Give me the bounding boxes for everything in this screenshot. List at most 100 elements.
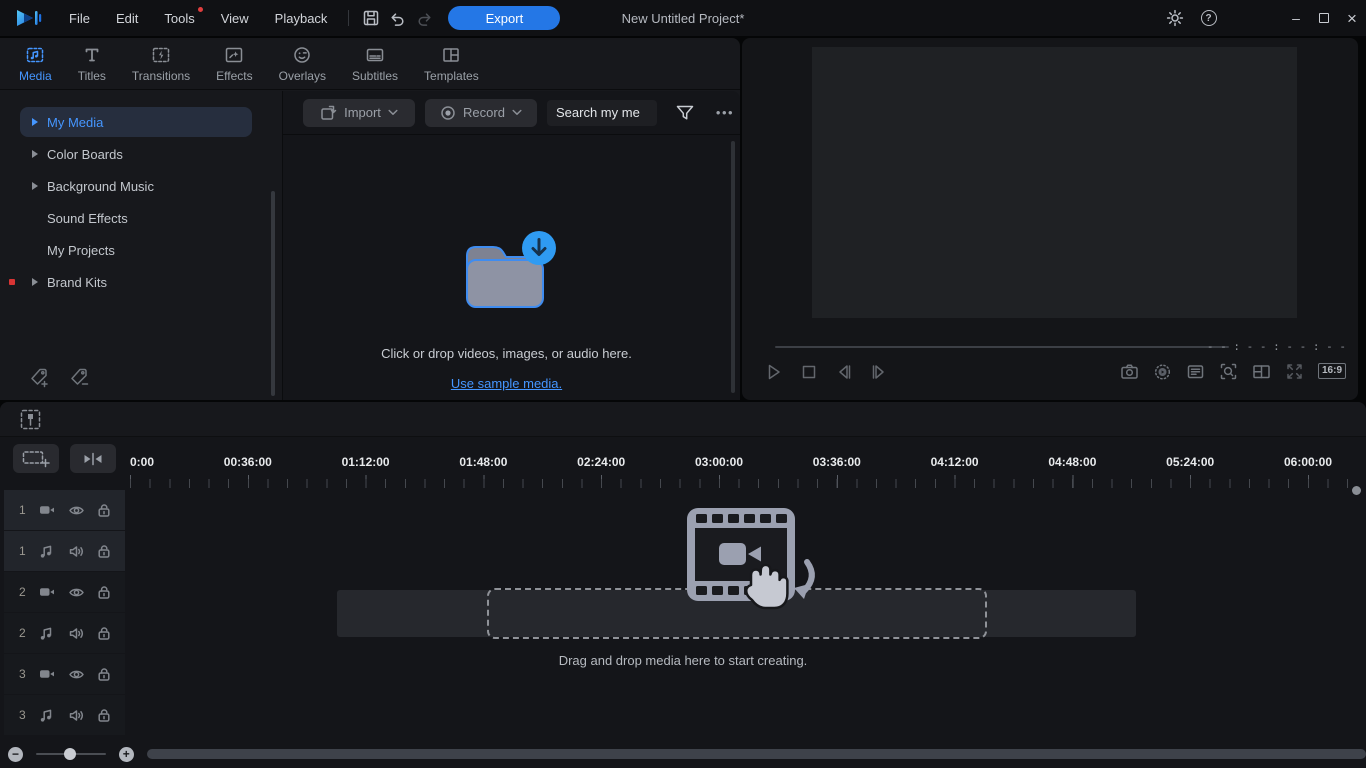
expand-triangle-icon — [32, 278, 38, 286]
snapshot-camera-button[interactable] — [1120, 361, 1140, 381]
expand-triangle-icon — [32, 118, 38, 126]
lock-track-icon[interactable] — [96, 667, 125, 682]
ruler-label: 04:12:00 — [931, 455, 979, 469]
aspect-ratio-badge[interactable]: 16:9 — [1318, 363, 1346, 379]
sidebar-scrollbar[interactable] — [271, 191, 275, 396]
overlays-icon — [292, 45, 312, 65]
app-logo-icon — [16, 8, 42, 28]
settings-gear-button[interactable] — [1161, 5, 1188, 32]
toggle-visibility-icon[interactable] — [68, 503, 97, 518]
lock-track-icon[interactable] — [96, 503, 125, 518]
sidebar-item-brand-kits[interactable]: Brand Kits — [20, 267, 252, 297]
lock-track-icon[interactable] — [96, 626, 125, 641]
sidebar-item-my-media[interactable]: My Media — [20, 107, 252, 137]
split-screen-button[interactable] — [1252, 361, 1272, 381]
preview-seekbar[interactable] — [775, 346, 1229, 348]
redo-button[interactable] — [411, 5, 438, 32]
menu-file[interactable]: File — [56, 0, 103, 36]
menu-file-label: File — [69, 11, 90, 26]
export-button[interactable]: Export — [448, 6, 560, 30]
tab-media[interactable]: Media — [6, 38, 65, 90]
close-button[interactable]: × — [1338, 0, 1366, 36]
timeline-ruler[interactable]: 0:00 00:36:00 01:12:00 01:48:00 02:24:00… — [0, 455, 1366, 489]
toggle-visibility-icon[interactable] — [68, 585, 97, 600]
import-button[interactable]: Import — [303, 99, 415, 127]
menu-playback-label: Playback — [275, 11, 328, 26]
transport-controls — [763, 361, 889, 382]
project-title: New Untitled Project* — [622, 11, 745, 26]
tab-templates[interactable]: Templates — [411, 38, 492, 90]
use-sample-media-link[interactable]: Use sample media. — [451, 376, 562, 391]
mute-track-icon[interactable] — [68, 626, 97, 641]
lock-track-icon[interactable] — [96, 544, 125, 559]
menu-edit[interactable]: Edit — [103, 0, 151, 36]
marker-list-button[interactable] — [1186, 361, 1206, 381]
track-header-audio-3[interactable]: 3 — [4, 695, 125, 735]
sidebar-item-background-music[interactable]: Background Music — [20, 171, 252, 201]
tab-transitions[interactable]: Transitions — [119, 38, 203, 90]
zoom-in-button[interactable]: + — [119, 747, 134, 762]
ruler-label: 00:36:00 — [224, 455, 272, 469]
tab-subtitles[interactable]: Subtitles — [339, 38, 411, 90]
minimize-glyph: – — [1292, 13, 1300, 23]
sidebar-item-label: Sound Effects — [47, 211, 128, 226]
stop-button[interactable] — [798, 361, 819, 382]
adjustment-properties-button[interactable] — [19, 408, 42, 431]
sidebar-item-label: Brand Kits — [47, 275, 107, 290]
filter-button[interactable] — [672, 100, 698, 126]
filter-funnel-icon — [675, 104, 695, 122]
fullscreen-button[interactable] — [1285, 361, 1305, 381]
sidebar-item-color-boards[interactable]: Color Boards — [20, 139, 252, 169]
preview-tools: 16:9 — [1120, 361, 1346, 381]
tab-templates-label: Templates — [424, 69, 479, 83]
ruler-label: 03:36:00 — [813, 455, 861, 469]
undo-button[interactable] — [384, 5, 411, 32]
add-tag-button[interactable] — [26, 364, 52, 390]
track-header-audio-1[interactable]: 1 — [4, 531, 125, 571]
help-button[interactable]: ? — [1195, 5, 1222, 32]
more-options-button[interactable]: ••• — [710, 105, 740, 120]
media-scrollbar[interactable] — [731, 141, 735, 393]
menu-edit-label: Edit — [116, 11, 138, 26]
record-icon — [440, 105, 456, 121]
track-header-audio-2[interactable]: 2 — [4, 613, 125, 653]
mute-track-icon[interactable] — [68, 544, 97, 559]
timeline-zoom-slider[interactable] — [36, 753, 106, 755]
timeline-horizontal-scrollbar[interactable] — [147, 749, 1366, 759]
media-toolbar: Import Record ••• — [283, 91, 740, 135]
asset-tab-bar: Media Titles Transitions Effects Overlay… — [0, 38, 740, 90]
ruler-label: 03:00:00 — [695, 455, 743, 469]
lock-track-icon[interactable] — [96, 708, 125, 723]
toggle-visibility-icon[interactable] — [68, 667, 97, 682]
timeline-vscroll-thumb[interactable] — [1352, 486, 1361, 495]
track-header-video-2[interactable]: 2 — [4, 572, 125, 612]
save-button[interactable] — [357, 5, 384, 32]
menu-view[interactable]: View — [208, 0, 262, 36]
lock-track-icon[interactable] — [96, 585, 125, 600]
play-button[interactable] — [763, 361, 784, 382]
previous-frame-button[interactable] — [833, 361, 854, 382]
remove-tag-button[interactable] — [66, 364, 92, 390]
ruler-label: 01:48:00 — [459, 455, 507, 469]
sidebar-item-sound-effects[interactable]: Sound Effects — [20, 203, 252, 233]
zoom-slider-thumb[interactable] — [64, 748, 76, 760]
restore-button[interactable] — [1310, 0, 1338, 36]
track-header-video-1[interactable]: 1 — [4, 490, 125, 530]
audio-track-icon — [39, 626, 68, 641]
search-input[interactable] — [547, 100, 657, 126]
menu-playback[interactable]: Playback — [262, 0, 341, 36]
mute-track-icon[interactable] — [68, 708, 97, 723]
minimize-button[interactable]: – — [1282, 0, 1310, 36]
menu-tools[interactable]: Tools — [151, 0, 207, 36]
tab-effects[interactable]: Effects — [203, 38, 265, 90]
zoom-preview-button[interactable] — [1219, 361, 1239, 381]
tab-titles[interactable]: Titles — [65, 38, 119, 90]
next-frame-button[interactable] — [868, 361, 889, 382]
record-button[interactable]: Record — [425, 99, 537, 127]
media-empty-state-dropzone[interactable]: Click or drop videos, images, or audio h… — [283, 222, 730, 391]
sidebar-item-my-projects[interactable]: My Projects — [20, 235, 252, 265]
zoom-out-button[interactable]: − — [8, 747, 23, 762]
media-sidebar: My Media Color Boards Background Music S… — [0, 91, 282, 400]
render-preview-button[interactable] — [1153, 361, 1173, 381]
tab-overlays[interactable]: Overlays — [266, 38, 339, 90]
